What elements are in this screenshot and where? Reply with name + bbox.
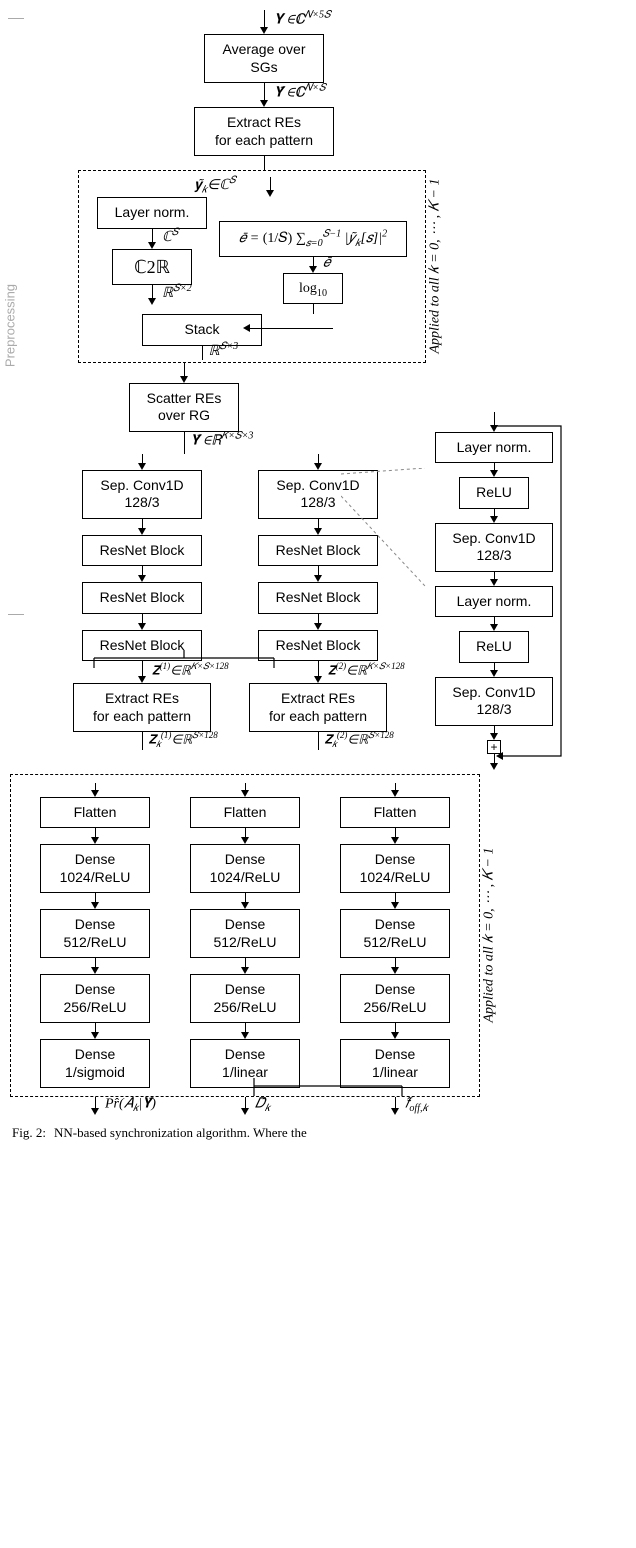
label-ybar: 𝐘̄ ∈ℝ𝐾×𝑆×3 xyxy=(191,433,254,449)
block-resnet-2c: ResNet Block xyxy=(258,630,378,662)
block-dense1024-a: Dense1024/ReLU xyxy=(40,844,150,893)
arrow-to-scatter xyxy=(180,363,188,383)
label-cs: ℂ𝑆 xyxy=(162,228,179,245)
label-Y: 𝐘 ∈ℂ𝑁×5𝑆 xyxy=(274,12,331,28)
block-resnet-1c: ResNet Block xyxy=(82,630,202,662)
applied-label-bottom: Applied to all 𝑘 = 0, ⋯ , 𝐾 − 1 xyxy=(481,848,497,1023)
arrow-cs: ℂ𝑆 xyxy=(148,229,156,249)
block-dense1024-c: Dense1024/ReLU xyxy=(340,844,450,893)
arrow-y-input: 𝐘 ∈ℂ𝑁×5𝑆 xyxy=(260,10,268,34)
block-dense1lin-c: Dense1/linear xyxy=(340,1039,450,1088)
block-average-sgs: Average overSGs xyxy=(204,34,324,83)
block-dense1lin-b: Dense1/linear xyxy=(190,1039,300,1088)
arrow-z2k: 𝐙𝑘(2)∈ℝ𝑆×128 xyxy=(318,732,319,750)
resdet-add: + xyxy=(487,740,501,754)
block-flatten-c: Flatten xyxy=(340,797,450,829)
label-ebar: 𝑒̄ xyxy=(323,255,330,271)
block-log10: log10 xyxy=(283,273,343,305)
arrow-z1: 𝐙(1)∈ℝ𝐾×𝑆×128 xyxy=(138,661,146,683)
block-dense256-a: Dense256/ReLU xyxy=(40,974,150,1023)
block-c2r: ℂ2ℝ xyxy=(112,249,192,286)
block-resnet-2a: ResNet Block xyxy=(258,535,378,567)
block-dense1024-b: Dense1024/ReLU xyxy=(190,844,300,893)
label-Ytilde: 𝐘̃ ∈ℂ𝑁×𝑆 xyxy=(274,85,326,101)
arrow-ebar: 𝑒̄ xyxy=(309,257,317,273)
block-energy: 𝑒̄ = (1/𝑆) ∑𝑠=0𝑆−1 |𝑦̃𝑘[𝑠]|2 xyxy=(219,221,407,257)
arrow-rsx2: ℝ𝑆×2 xyxy=(148,285,156,305)
arrow-ytilde: 𝐘̃ ∈ℂ𝑁×𝑆 xyxy=(260,83,268,107)
label-rsx3: ℝ𝑆×3 xyxy=(209,342,239,359)
applied-label-top: Applied to all 𝑘 = 0, ⋯ , 𝐾 − 1 xyxy=(427,179,443,354)
block-dense256-c: Dense256/ReLU xyxy=(340,974,450,1023)
label-rsx2: ℝ𝑆×2 xyxy=(162,285,192,302)
arrow-into-dashed xyxy=(264,156,265,170)
block-resnet-1b: ResNet Block xyxy=(82,582,202,614)
label-z1: 𝐙(1)∈ℝ𝐾×𝑆×128 xyxy=(152,662,229,678)
block-scatter: Scatter REsover RG xyxy=(129,383,239,432)
arrow-out-foff: 𝑓̂off,𝑘 xyxy=(391,1097,399,1115)
block-dense512-c: Dense512/ReLU xyxy=(340,909,450,958)
label-out-foff: 𝑓̂off,𝑘 xyxy=(405,1096,428,1112)
block-dense512-b: Dense512/ReLU xyxy=(190,909,300,958)
block-resnet-1a: ResNet Block xyxy=(82,535,202,567)
label-z2k: 𝐙𝑘(2)∈ℝ𝑆×128 xyxy=(325,731,394,747)
resdet-relu1: ReLU xyxy=(459,477,529,509)
resdet-layernorm2: Layer norm. xyxy=(435,586,553,618)
label-out-pr: Pr̂(𝐴𝑘|𝐘̄) xyxy=(105,1096,156,1112)
arrow-z2: 𝐙(2)∈ℝ𝐾×𝑆×128 xyxy=(314,661,322,683)
block-layernorm: Layer norm. xyxy=(97,197,207,229)
arrow-out-dk: 𝐷̂𝑘 xyxy=(241,1097,249,1115)
block-sepconv-2: Sep. Conv1D128/3 xyxy=(258,470,378,519)
resdet-layernorm1: Layer norm. xyxy=(435,432,553,464)
block-dense512-a: Dense512/ReLU xyxy=(40,909,150,958)
arrow-out-pr: Pr̂(𝐴𝑘|𝐘̄) xyxy=(91,1097,99,1115)
preprocessing-label: Preprocessing xyxy=(3,284,18,367)
block-dense256-b: Dense256/ReLU xyxy=(190,974,300,1023)
label-z1k: 𝐙𝑘(1)∈ℝ𝑆×128 xyxy=(149,731,218,747)
block-extract-re-top: Extract REsfor each pattern xyxy=(194,107,334,156)
block-extract-re-2: Extract REsfor each pattern xyxy=(249,683,387,732)
label-z2: 𝐙(2)∈ℝ𝐾×𝑆×128 xyxy=(328,662,405,678)
label-ytildek: 𝐲̃𝑘∈ℂ𝑆 xyxy=(194,177,236,194)
arrow-z1k: 𝐙𝑘(1)∈ℝ𝑆×128 xyxy=(142,732,143,750)
arrow-ytilde-k: 𝐲̃𝑘∈ℂ𝑆 xyxy=(266,177,274,197)
resdet-sepconv2: Sep. Conv1D128/3 xyxy=(435,677,553,726)
block-sepconv-1: Sep. Conv1D128/3 xyxy=(82,470,202,519)
block-flatten-a: Flatten xyxy=(40,797,150,829)
figure-caption: Fig. 2: NN-based synchronization algorit… xyxy=(4,1115,632,1141)
arrow-ybar: 𝐘̄ ∈ℝ𝐾×𝑆×3 xyxy=(184,432,185,454)
arrow-rsx3: ℝ𝑆×3 xyxy=(202,346,203,360)
block-resnet-2b: ResNet Block xyxy=(258,582,378,614)
resdet-sepconv1: Sep. Conv1D128/3 xyxy=(435,523,553,572)
block-dense1sig: Dense1/sigmoid xyxy=(40,1039,150,1088)
arrow-log-out xyxy=(313,304,314,314)
resdet-relu2: ReLU xyxy=(459,631,529,663)
label-out-dk: 𝐷̂𝑘 xyxy=(255,1096,270,1112)
block-extract-re-1: Extract REsfor each pattern xyxy=(73,683,211,732)
block-flatten-b: Flatten xyxy=(190,797,300,829)
